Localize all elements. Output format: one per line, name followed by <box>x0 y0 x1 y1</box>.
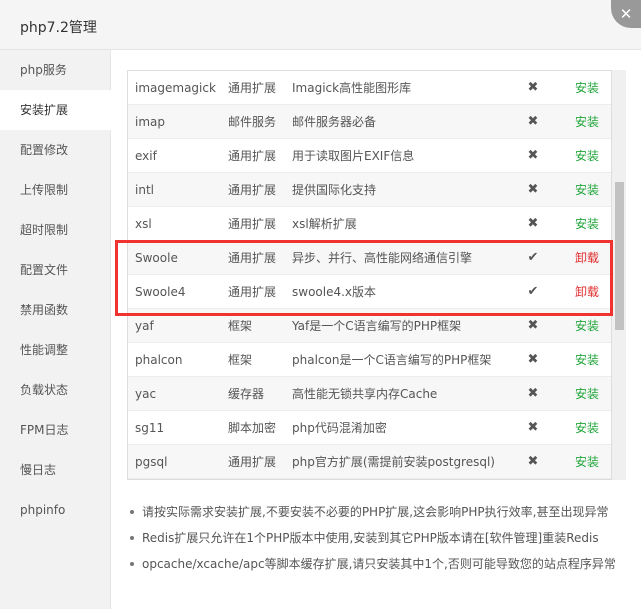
extension-name: yac <box>135 387 157 401</box>
install-button[interactable]: 安装 <box>575 207 605 241</box>
extension-type: 通用扩展 <box>228 217 277 231</box>
table-row: xsl 通用扩展 xsl解析扩展 ✖ 安装 <box>128 207 611 241</box>
extension-type: 通用扩展 <box>228 455 277 469</box>
extension-name: imap <box>135 115 165 129</box>
install-button[interactable]: 安装 <box>575 343 605 377</box>
not-installed-icon: ✖ <box>527 182 539 197</box>
not-installed-icon: ✖ <box>527 420 539 435</box>
close-icon[interactable]: ✕ <box>611 0 641 28</box>
install-button[interactable]: 安装 <box>575 445 605 479</box>
extension-name: exif <box>135 149 157 163</box>
extension-description: xsl解析扩展 <box>292 217 357 231</box>
extension-description: php官方扩展(需提前安装postgresql) <box>292 455 495 469</box>
extension-name: xsl <box>135 217 152 231</box>
table-row: phalcon 框架 phalcon是一个C语言编写的PHP框架 ✖ 安装 <box>128 343 611 377</box>
sidebar-item-performance[interactable]: 性能调整 <box>0 330 111 370</box>
extension-description: 高性能无锁共享内存Cache <box>292 387 438 401</box>
table-row: imagemagick 通用扩展 Imagick高性能图形库 ✖ 安装 <box>128 71 611 105</box>
sidebar-item-fpm-log[interactable]: FPM日志 <box>0 410 111 450</box>
note-item: 请按实际需求安装扩展,不要安装不必要的PHP扩展,这会影响PHP执行效率,甚至出… <box>128 499 618 525</box>
not-installed-icon: ✖ <box>527 114 539 129</box>
extension-type: 通用扩展 <box>228 81 277 95</box>
sidebar-item-install-extensions[interactable]: 安装扩展 <box>0 90 111 130</box>
extension-type: 缓存器 <box>228 387 265 401</box>
install-button[interactable]: 安装 <box>575 71 605 105</box>
not-installed-icon: ✖ <box>527 216 539 231</box>
extension-description: Imagick高性能图形库 <box>292 81 412 95</box>
install-button[interactable]: 安装 <box>575 411 605 445</box>
extension-name: intl <box>135 183 154 197</box>
not-installed-icon: ✖ <box>527 148 539 163</box>
not-installed-icon: ✖ <box>527 80 539 95</box>
not-installed-icon: ✖ <box>527 352 539 367</box>
notes-list: 请按实际需求安装扩展,不要安装不必要的PHP扩展,这会影响PHP执行效率,甚至出… <box>128 499 618 577</box>
table-row: yac 缓存器 高性能无锁共享内存Cache ✖ 安装 <box>128 377 611 411</box>
install-button[interactable]: 安装 <box>575 139 605 173</box>
not-installed-icon: ✖ <box>527 386 539 401</box>
extension-description: 邮件服务器必备 <box>292 115 377 129</box>
sidebar-item-config-edit[interactable]: 配置修改 <box>0 130 111 170</box>
install-button[interactable]: 安装 <box>575 173 605 207</box>
sidebar-item-disabled-functions[interactable]: 禁用函数 <box>0 290 111 330</box>
extension-name: sg11 <box>135 421 165 435</box>
sidebar-item-load-status[interactable]: 负载状态 <box>0 370 111 410</box>
extension-name: imagemagick <box>135 81 216 95</box>
sidebar-item-timeout-limit[interactable]: 超时限制 <box>0 210 111 250</box>
note-item: Redis扩展只允许在1个PHP版本中使用,安装到其它PHP版本请在[软件管理]… <box>128 525 618 551</box>
extension-description: 提供国际化支持 <box>292 183 377 197</box>
window-title: php7.2管理 <box>20 20 97 36</box>
sidebar-item-php-service[interactable]: php服务 <box>0 50 111 90</box>
sidebar-item-config-file[interactable]: 配置文件 <box>0 250 111 290</box>
sidebar: php服务 安装扩展 配置修改 上传限制 超时限制 配置文件 禁用函数 性能调整… <box>0 50 111 609</box>
extension-name: pgsql <box>135 455 168 469</box>
extension-description: phalcon是一个C语言编写的PHP框架 <box>292 353 492 367</box>
sidebar-item-slow-log[interactable]: 慢日志 <box>0 450 111 490</box>
extension-type: 脚本加密 <box>228 421 277 435</box>
note-item: opcache/xcache/apc等脚本缓存扩展,请只安装其中1个,否则可能导… <box>128 551 618 577</box>
highlight-box <box>115 240 613 316</box>
extension-description: 用于读取图片EXIF信息 <box>292 149 415 163</box>
table-row: sg11 脚本加密 php代码混淆加密 ✖ 安装 <box>128 411 611 445</box>
extension-type: 邮件服务 <box>228 115 277 129</box>
table-row: pgsql 通用扩展 php官方扩展(需提前安装postgresql) ✖ 安装 <box>128 445 611 479</box>
table-scrollbar-thumb[interactable] <box>615 182 624 330</box>
window-titlebar: php7.2管理 ✕ <box>0 0 641 50</box>
extension-name: phalcon <box>135 353 183 367</box>
extension-type: 通用扩展 <box>228 149 277 163</box>
extension-description: php代码混淆加密 <box>292 421 387 435</box>
install-button[interactable]: 安装 <box>575 105 605 139</box>
table-row: exif 通用扩展 用于读取图片EXIF信息 ✖ 安装 <box>128 139 611 173</box>
not-installed-icon: ✖ <box>527 454 539 469</box>
table-row: intl 通用扩展 提供国际化支持 ✖ 安装 <box>128 173 611 207</box>
table-row: imap 邮件服务 邮件服务器必备 ✖ 安装 <box>128 105 611 139</box>
extension-type: 通用扩展 <box>228 183 277 197</box>
sidebar-item-upload-limit[interactable]: 上传限制 <box>0 170 111 210</box>
install-button[interactable]: 安装 <box>575 377 605 411</box>
sidebar-item-phpinfo[interactable]: phpinfo <box>0 490 111 530</box>
extension-type: 框架 <box>228 353 253 367</box>
